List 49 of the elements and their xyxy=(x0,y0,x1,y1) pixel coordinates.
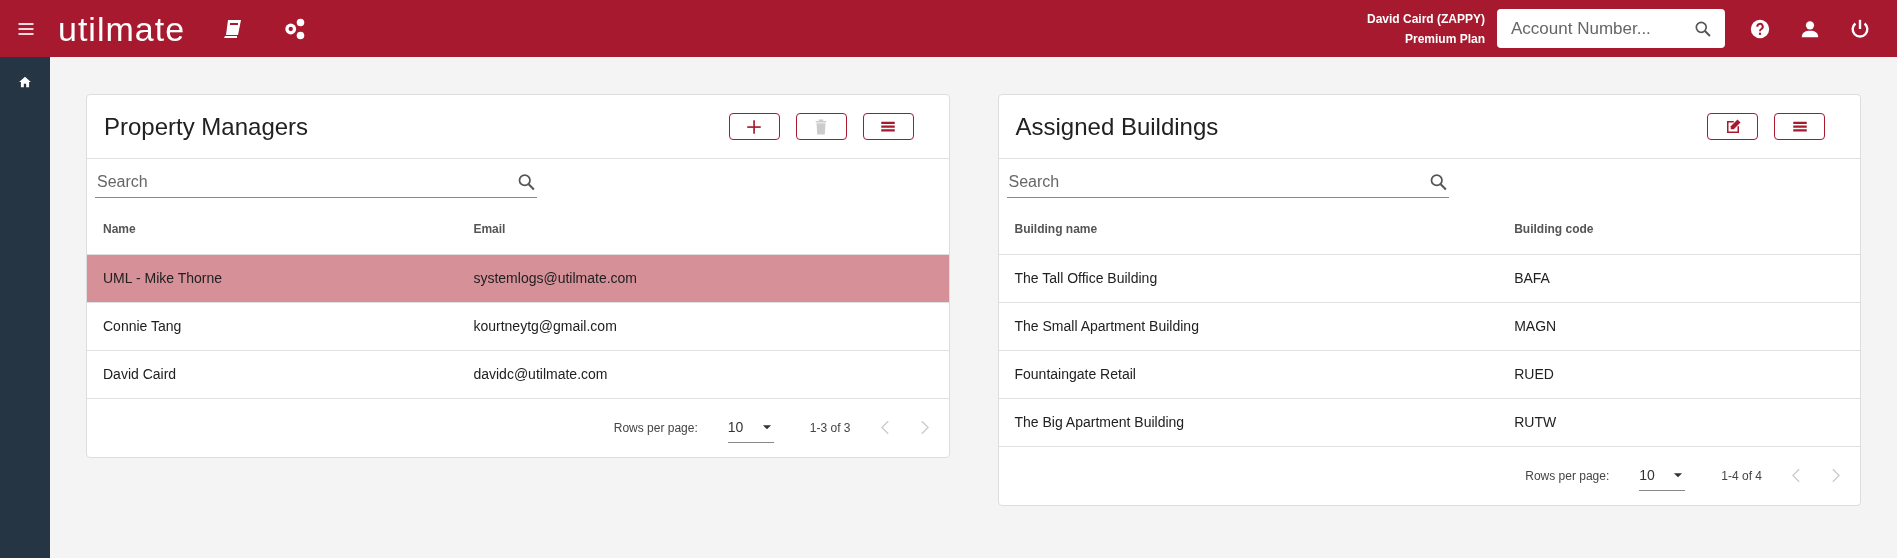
table-cell: davidc@utilmate.com xyxy=(473,365,608,382)
add-button[interactable] xyxy=(728,113,780,140)
rows-per-page-select[interactable]: 10 xyxy=(727,412,774,443)
column-header[interactable]: Email xyxy=(473,221,506,236)
table-cell: systemlogs@utilmate.com xyxy=(473,269,638,286)
table-row[interactable]: The Tall Office Building BAFA xyxy=(998,254,1860,302)
panel-title: Property Managers xyxy=(104,111,309,142)
table-cell: David Caird xyxy=(103,365,177,382)
table-cell: RUTW xyxy=(1514,413,1557,430)
page-range: 1-4 of 4 xyxy=(1721,467,1762,485)
logo: utilmate xyxy=(58,11,186,46)
chevron-left-icon xyxy=(880,420,890,435)
chevron-right-icon xyxy=(1831,468,1840,483)
table-row[interactable]: Fountaingate Retail RUED xyxy=(998,350,1860,398)
column-header[interactable]: Building name xyxy=(1014,221,1098,236)
power-icon xyxy=(1849,17,1871,40)
edit-button[interactable] xyxy=(1707,113,1758,140)
chevron-left-icon xyxy=(1792,468,1801,483)
table-row[interactable]: The Small Apartment Building MAGN xyxy=(998,302,1860,350)
chevron-right-icon xyxy=(919,420,929,435)
table-cell: The Small Apartment Building xyxy=(1014,317,1199,334)
table-cell: RUED xyxy=(1514,365,1554,382)
table-cell: UML - Mike Thorne xyxy=(103,269,223,286)
user-name: David Caird (ZAPPY) xyxy=(1366,10,1485,28)
panel-title: Assigned Buildings xyxy=(1015,111,1219,142)
table-cell: Fountaingate Retail xyxy=(1014,365,1136,382)
search-icon xyxy=(516,171,537,193)
account-search-box[interactable]: Account Number... xyxy=(1497,9,1725,48)
table-cell: Connie Tang xyxy=(103,317,182,334)
column-header[interactable]: Name xyxy=(103,221,136,236)
table-cell: The Big Apartment Building xyxy=(1014,413,1185,430)
columns-button[interactable] xyxy=(1774,113,1825,140)
table-cell: kourtneytg@gmail.com xyxy=(473,317,617,334)
rows-per-page-label: Rows per page: xyxy=(613,419,698,437)
columns-button[interactable] xyxy=(862,113,914,140)
home-icon xyxy=(18,75,32,89)
plan-name: Premium Plan xyxy=(1403,30,1485,48)
table-cell: MAGN xyxy=(1514,317,1557,334)
column-header[interactable]: Building code xyxy=(1514,221,1594,236)
table-row[interactable]: The Big Apartment Building RUTW xyxy=(998,398,1860,446)
rows-per-page-select[interactable]: 10 xyxy=(1639,460,1686,491)
table-row[interactable]: Connie Tang kourtneytg@gmail.com xyxy=(87,302,949,350)
rows-per-page-label: Rows per page: xyxy=(1525,467,1610,485)
table-cell: BAFA xyxy=(1514,269,1550,286)
plus-icon xyxy=(745,117,763,136)
help-icon xyxy=(1749,17,1771,40)
table-cell: The Tall Office Building xyxy=(1014,269,1158,286)
page-range: 1-3 of 3 xyxy=(809,419,851,437)
table-row[interactable]: David Caird davidc@utilmate.com xyxy=(87,350,949,398)
